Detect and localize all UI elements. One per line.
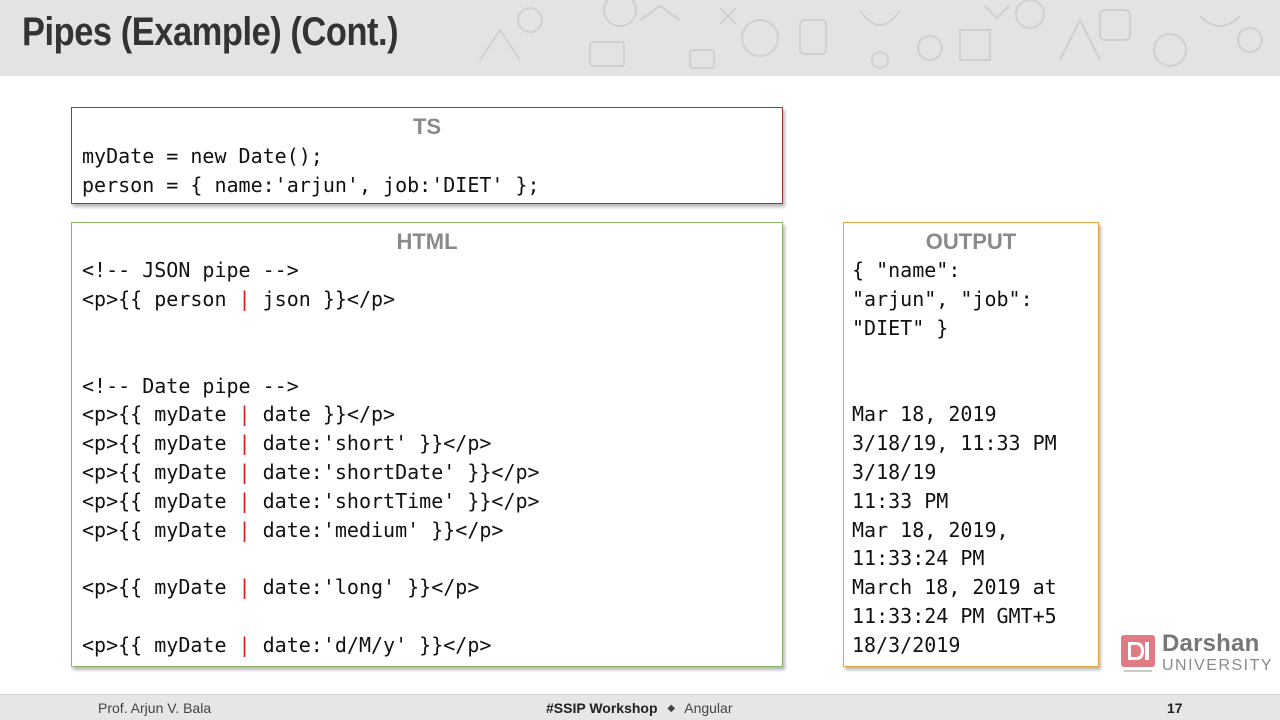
output-line: 11:33 PM bbox=[852, 489, 949, 513]
date-pipe-line: <p>{{ myDate | date:'shortTime' }}</p> bbox=[82, 487, 540, 516]
slide-header: Pipes (Example) (Cont.) bbox=[0, 0, 1280, 76]
pipe-operator: | bbox=[238, 518, 251, 542]
pipe-operator: | bbox=[238, 287, 251, 311]
footer-topic: Angular bbox=[684, 700, 733, 716]
page-number: 17 bbox=[1167, 700, 1183, 716]
code-text: <p>{{ myDate bbox=[82, 460, 239, 484]
date-pipe-comment: <!-- Date pipe --> bbox=[82, 374, 299, 398]
pipe-operator: | bbox=[238, 431, 251, 455]
output-line: { "name": bbox=[852, 258, 961, 282]
logo-name: Darshan bbox=[1162, 630, 1260, 657]
pipe-operator: | bbox=[238, 402, 251, 426]
diamond-separator-icon: ◆ bbox=[667, 703, 676, 714]
darshan-logo-icon bbox=[1121, 635, 1155, 672]
slide-footer: Prof. Arjun V. Bala #SSIP Workshop ◆ Ang… bbox=[0, 694, 1280, 720]
date-pipe-line: <p>{{ myDate | date:'medium' }}</p> bbox=[82, 516, 503, 545]
date-pipe-line: <p>{{ myDate | date:'d/M/y' }}</p> bbox=[82, 631, 491, 660]
date-pipe-line: <p>{{ myDate | date:'long' }}</p> bbox=[82, 573, 479, 602]
ts-code-box: TS myDate = new Date(); person = { name:… bbox=[71, 107, 783, 204]
output-box-label: OUTPUT bbox=[925, 229, 1017, 254]
output-line: 18/3/2019 bbox=[852, 633, 961, 657]
html-box-label: HTML bbox=[396, 229, 458, 254]
ts-box-label: TS bbox=[412, 114, 442, 139]
code-text: <p>{{ myDate bbox=[82, 489, 239, 513]
html-code-box: HTML <!-- JSON pipe --> <p>{{ person | j… bbox=[71, 222, 783, 667]
footer-event-topic: #SSIP Workshop ◆ Angular bbox=[546, 700, 733, 716]
output-line: 11:33:24 PM GMT+5 bbox=[852, 604, 1057, 628]
code-text: <p>{{ myDate bbox=[82, 518, 239, 542]
output-line: 3/18/19, 11:33 PM bbox=[852, 431, 1057, 455]
code-text: date:'medium' }}</p> bbox=[250, 518, 504, 542]
output-line: Mar 18, 2019 bbox=[852, 402, 997, 426]
pipe-operator: | bbox=[238, 633, 251, 657]
code-text: <p>{{ person bbox=[82, 287, 239, 311]
output-line: "arjun", "job": bbox=[852, 287, 1033, 311]
code-text: json }}</p> bbox=[250, 287, 396, 311]
code-text: <p>{{ myDate bbox=[82, 431, 239, 455]
footer-author: Prof. Arjun V. Bala bbox=[98, 700, 212, 716]
date-pipe-line: <p>{{ myDate | date:'short' }}</p> bbox=[82, 429, 491, 458]
pipe-operator: | bbox=[238, 460, 251, 484]
code-text: <p>{{ myDate bbox=[82, 402, 239, 426]
footer-event: #SSIP Workshop bbox=[546, 700, 658, 716]
code-text: <p>{{ myDate bbox=[82, 633, 239, 657]
output-line: 3/18/19 bbox=[852, 460, 937, 484]
code-text: date:'long' }}</p> bbox=[250, 575, 480, 599]
code-text: date:'shortDate' }}</p> bbox=[250, 460, 540, 484]
ts-code-line: myDate = new Date(); bbox=[82, 144, 323, 168]
output-line: "DIET" } bbox=[852, 316, 949, 340]
code-text: date:'short' }}</p> bbox=[250, 431, 492, 455]
pipe-operator: | bbox=[238, 575, 251, 599]
slide-title: Pipes (Example) (Cont.) bbox=[22, 10, 399, 54]
json-pipe-comment: <!-- JSON pipe --> bbox=[82, 258, 299, 282]
code-text: date }}</p> bbox=[250, 402, 396, 426]
output-line: March 18, 2019 at bbox=[852, 575, 1057, 599]
date-pipe-line: <p>{{ myDate | date:'shortDate' }}</p> bbox=[82, 458, 540, 487]
ts-code-line: person = { name:'arjun', job:'DIET' }; bbox=[82, 173, 540, 197]
output-line: Mar 18, 2019, bbox=[852, 518, 1009, 542]
logo-subtitle: UNIVERSITY bbox=[1162, 657, 1274, 674]
code-text: date:'shortTime' }}</p> bbox=[250, 489, 540, 513]
output-line: 11:33:24 PM bbox=[852, 546, 985, 570]
output-box: OUTPUT { "name": "arjun", "job": "DIET" … bbox=[843, 222, 1099, 667]
code-text: <p>{{ myDate bbox=[82, 575, 239, 599]
date-pipe-line: <p>{{ myDate | date }}</p> bbox=[82, 400, 395, 429]
json-pipe-line: <p>{{ person | json }}</p> bbox=[82, 285, 395, 314]
code-text: date:'d/M/y' }}</p> bbox=[250, 633, 492, 657]
pipe-operator: | bbox=[238, 489, 251, 513]
